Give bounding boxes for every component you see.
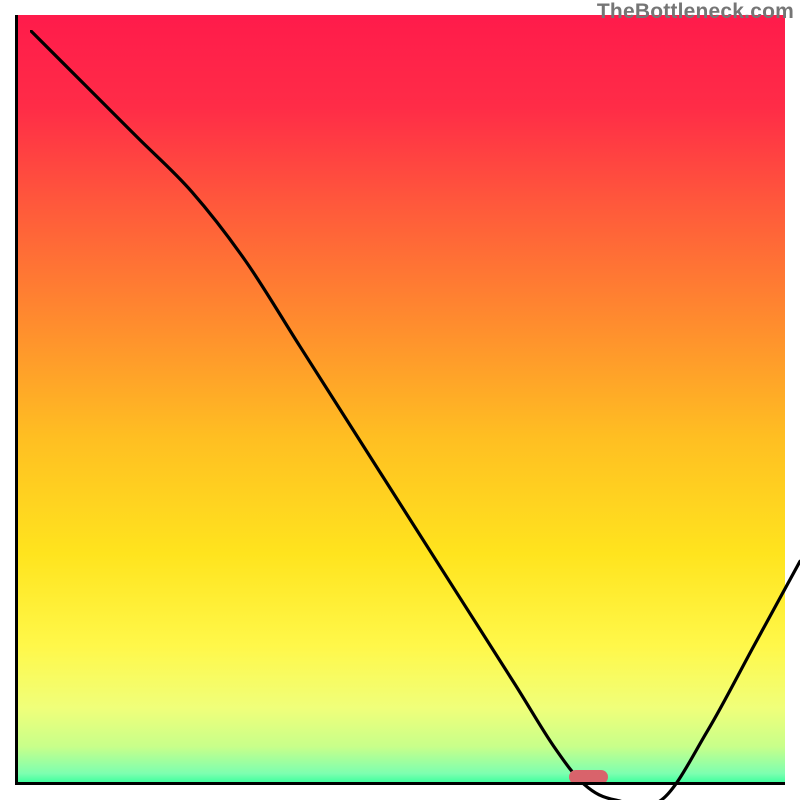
plot-area xyxy=(15,15,785,785)
bottleneck-chart: TheBottleneck.com xyxy=(0,0,800,800)
watermark-text: TheBottleneck.com xyxy=(597,0,794,24)
y-axis xyxy=(15,15,18,785)
chart-background-gradient xyxy=(15,15,785,785)
x-axis xyxy=(15,782,785,785)
